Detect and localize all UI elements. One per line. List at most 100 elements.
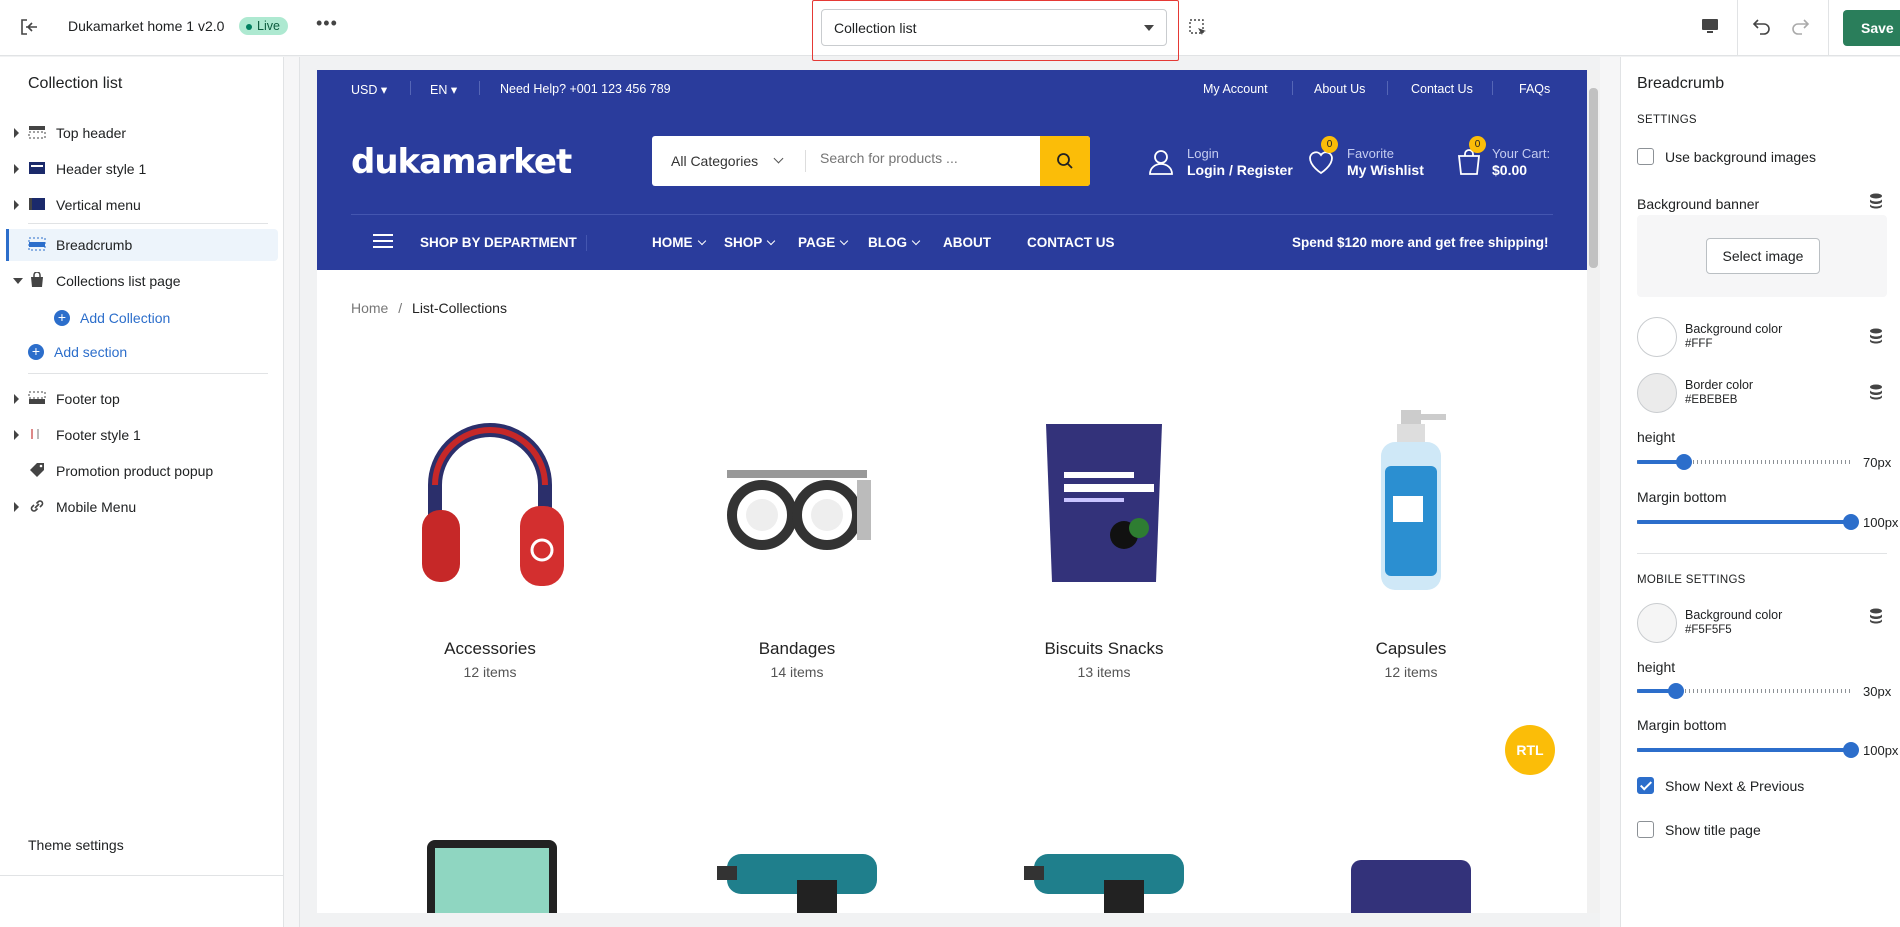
nav-page[interactable]: PAGE [798,235,849,250]
language-select[interactable]: EN ▾ [430,82,457,97]
link-icon [30,500,44,512]
divider [1737,0,1738,56]
shop-by-department-button[interactable]: SHOP BY DEPARTMENT [420,235,577,250]
sidebar-item-label: Header style 1 [56,161,147,177]
use-bg-images-checkbox[interactable]: Use background images [1637,147,1887,167]
nav-shop[interactable]: SHOP [724,235,776,250]
redo-icon[interactable] [1788,15,1812,39]
sidebar-item-vertical-menu[interactable]: Vertical menu [0,189,284,221]
menu-icon [373,234,393,248]
border-color-picker[interactable]: Border color #EBEBEB [1637,373,1887,415]
collection-name: Capsules [1375,639,1447,658]
gel-bottle-image [1381,410,1446,590]
show-title-page-checkbox[interactable]: Show title page [1637,820,1887,840]
nav-about[interactable]: ABOUT [943,235,991,250]
height-slider[interactable]: 70px [1637,452,1891,472]
contact-us-link[interactable]: Contact Us [1411,82,1473,96]
collection-card[interactable]: Bandages 14 items [667,370,927,730]
account-big-label: Login / Register [1187,162,1293,178]
scrollbar-thumb[interactable] [1589,88,1598,268]
store-logo[interactable]: dukamarket [351,142,572,182]
breadcrumb-separator: / [398,300,403,316]
collection-card[interactable]: Capsules 12 items [1281,370,1541,730]
color-name: Background color [1685,322,1783,336]
margin-bottom-slider[interactable]: 100px [1637,512,1898,532]
checkbox-box[interactable] [1637,777,1654,794]
bag-icon [31,272,43,287]
checkbox-box[interactable] [1637,148,1654,165]
expand-arrow-icon[interactable] [14,128,19,138]
collection-card[interactable]: Biscuits Snacks 13 items [974,370,1234,730]
rtl-toggle-button[interactable]: RTL [1505,725,1555,775]
save-button[interactable]: Save [1843,10,1900,46]
sidebar-item-promotion-popup[interactable]: Promotion product popup [0,455,284,487]
selection-indicator [6,229,9,261]
slider-fill [1637,748,1851,752]
color-swatch[interactable] [1637,373,1677,413]
theme-settings-link[interactable]: Theme settings [28,837,124,853]
nav-blog[interactable]: BLOG [868,235,921,250]
inspector-icon[interactable] [1188,18,1208,38]
expand-arrow-icon[interactable] [14,200,19,210]
preview-scrollbar[interactable] [1587,70,1600,913]
color-value: #EBEBEB [1685,394,1738,406]
tag-icon [30,463,44,477]
checkbox-box[interactable] [1637,821,1654,838]
color-value: #FFF [1685,338,1713,350]
sidebar-item-top-header[interactable]: Top header [0,117,284,149]
slider-knob[interactable] [1668,683,1684,699]
more-actions-button[interactable]: ••• [316,13,338,34]
nav-home[interactable]: HOME [652,235,706,250]
chevron-down-icon [840,236,849,246]
my-account-link[interactable]: My Account [1203,82,1268,96]
sidebar-item-collections-list-page[interactable]: Collections list page [0,265,284,297]
undo-icon[interactable] [1750,15,1774,39]
expand-arrow-icon[interactable] [14,430,19,440]
show-next-prev-checkbox[interactable]: Show Next & Previous [1637,776,1887,796]
mobile-height-slider[interactable]: 30px [1637,681,1891,701]
color-swatch[interactable] [1637,603,1677,643]
sidebar-item-footer-top[interactable]: Footer top [0,383,284,415]
search-button[interactable] [1040,136,1090,186]
expand-arrow-icon[interactable] [14,164,19,174]
collection-card[interactable]: Accessories 12 items [360,370,620,730]
sidebar-scrollbar[interactable] [284,57,300,927]
dynamic-source-icon[interactable] [1869,384,1883,400]
slider-knob[interactable] [1676,454,1692,470]
dynamic-source-icon[interactable] [1869,608,1883,624]
category-select[interactable]: All Categories [671,153,758,169]
template-select-highlight: Collection list [812,0,1179,61]
color-swatch[interactable] [1637,317,1677,357]
exit-icon[interactable] [18,16,40,38]
collapse-arrow-icon[interactable] [13,278,23,284]
breadcrumb-home-link[interactable]: Home [351,300,388,316]
plus-circle-icon: + [54,310,70,326]
currency-select[interactable]: USD ▾ [351,82,387,97]
about-us-link[interactable]: About Us [1314,82,1365,96]
expand-arrow-icon[interactable] [14,394,19,404]
collection-name: Bandages [758,639,836,658]
slider-knob[interactable] [1843,514,1859,530]
slider-knob[interactable] [1843,742,1859,758]
faqs-link[interactable]: FAQs [1519,82,1550,96]
sidebar-item-mobile-menu[interactable]: Mobile Menu [0,491,284,523]
template-select[interactable]: Collection list [821,9,1167,46]
sidebar-item-header-style-1[interactable]: Header style 1 [0,153,284,185]
sidebar-item-footer-style-1[interactable]: Footer style 1 [0,419,284,451]
select-image-button[interactable]: Select image [1706,238,1820,274]
dynamic-source-icon[interactable] [1869,193,1883,209]
mobile-bg-color-picker[interactable]: Background color #F5F5F5 [1637,603,1887,645]
divider [351,214,1553,215]
desktop-icon[interactable] [1700,16,1720,36]
divider [1492,81,1493,95]
dynamic-source-icon[interactable] [1869,328,1883,344]
sidebar-item-label: Breadcrumb [56,237,133,253]
bg-color-picker[interactable]: Background color #FFF [1637,317,1887,359]
search-input[interactable] [820,150,1020,166]
expand-arrow-icon[interactable] [14,502,19,512]
sidebar-item-breadcrumb[interactable]: Breadcrumb [6,229,278,261]
mobile-margin-bottom-slider[interactable]: 100px [1637,740,1898,760]
nav-label: SHOP [724,235,763,250]
nav-contact-us[interactable]: CONTACT US [1027,235,1115,250]
plus-circle-icon: + [28,344,44,360]
